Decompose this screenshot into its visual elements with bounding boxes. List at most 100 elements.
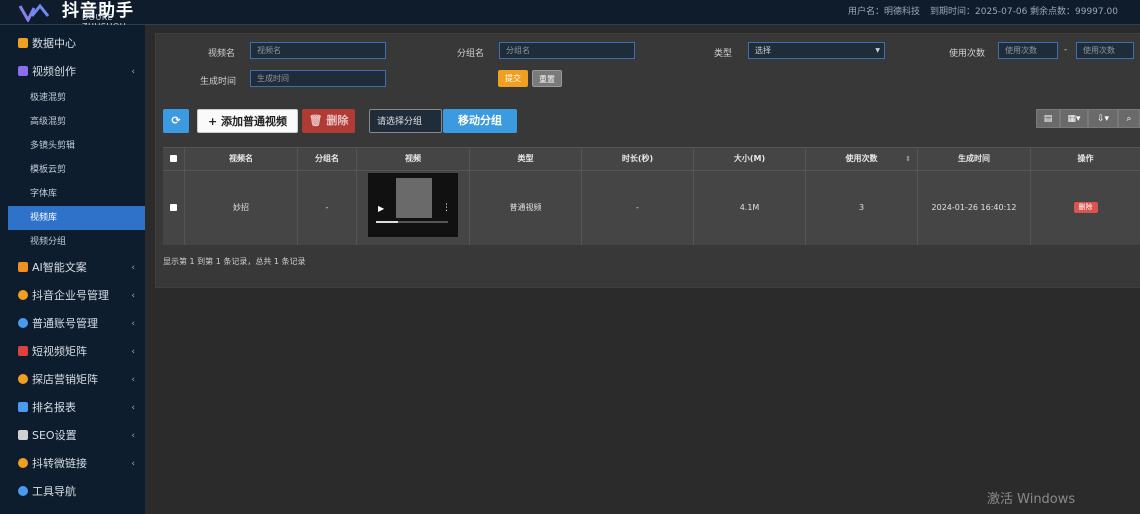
created-time-input[interactable]: 生成时间 <box>250 70 386 87</box>
reset-button[interactable]: 重置 <box>532 70 562 87</box>
sidebar-item-enterprise[interactable]: 抖音企业号管理 ‹ <box>8 284 145 308</box>
move-group-button[interactable]: 移动分组 <box>443 109 517 133</box>
video-icon <box>18 66 28 76</box>
group-select-value: 请选择分组 <box>377 117 423 127</box>
sidebar-item-label: 数据中心 <box>32 37 76 50</box>
row-checkbox[interactable] <box>163 171 185 245</box>
sidebar-item-accounts[interactable]: 普通账号管理 ‹ <box>8 312 145 336</box>
sidebar-sub-template-cloud[interactable]: 模板云剪 <box>8 158 145 182</box>
refresh-button[interactable]: ⟳ <box>163 109 189 133</box>
sidebar-item-seo[interactable]: SEO设置 ‹ <box>8 424 145 448</box>
video-name-label: 视频名 <box>208 49 236 59</box>
sidebar-sub-video-group[interactable]: 视频分组 <box>8 230 145 254</box>
checkbox-icon <box>170 155 177 162</box>
select-all-checkbox[interactable] <box>163 148 185 170</box>
trash-icon: 🗑 <box>308 114 323 127</box>
video-thumbnail <box>396 178 432 218</box>
use-count-min-input[interactable]: 使用次数 <box>998 42 1058 59</box>
more-icon[interactable]: ⋮ <box>442 203 451 213</box>
sidebar-sub-video-library[interactable]: 视频库 <box>8 206 145 230</box>
search-icon: ⌕ <box>1126 114 1132 124</box>
sidebar-item-label: SEO设置 <box>32 429 77 442</box>
sidebar-item-label: 工具导航 <box>32 485 76 498</box>
col-action: 操作 <box>1077 154 1094 163</box>
remaining-points: 剩余点数：99997.00 <box>1030 7 1118 17</box>
sidebar-item-label: 探店营销矩阵 <box>32 373 98 386</box>
account-icon <box>18 318 28 328</box>
top-bar: 抖音助手 DOUKE ZHUSHOU 用户名：明德科技 到期时间：2025-07… <box>0 0 1140 31</box>
type-label: 类型 <box>714 49 733 59</box>
chevron-left-icon: ‹ <box>131 459 135 469</box>
tools-icon <box>18 486 28 496</box>
chevron-left-icon: ‹ <box>131 319 135 329</box>
cell-duration: - <box>582 171 694 245</box>
list-icon: ▤ <box>1043 114 1053 124</box>
sidebar-sub-font-library[interactable]: 字体库 <box>8 182 145 206</box>
sidebar-item-label: 抖音企业号管理 <box>32 289 109 302</box>
sidebar-item-label: 抖转微链接 <box>32 457 87 470</box>
created-time-label: 生成时间 <box>200 77 237 87</box>
search-button[interactable]: ⌕ <box>1118 109 1140 128</box>
col-video[interactable]: 视频 <box>357 148 470 170</box>
type-select[interactable]: 选择 ▼ <box>748 42 885 59</box>
camera-icon <box>18 346 28 356</box>
caret-down-icon: ▼ <box>875 47 880 54</box>
play-icon[interactable]: ▶ <box>378 204 384 213</box>
sidebar-item-video-creation[interactable]: 视频创作 ‹ <box>8 60 145 84</box>
user-name: 用户名：明德科技 <box>848 7 921 17</box>
logo-icon <box>18 3 50 22</box>
col-video-name[interactable]: 视频名 <box>185 148 298 170</box>
pagination-info: 显示第 1 到第 1 条记录，总共 1 条记录 <box>163 257 306 266</box>
row-delete-button[interactable]: 删除 <box>1073 202 1098 213</box>
chevron-left-icon: ‹ <box>131 431 135 441</box>
export-button[interactable]: ⇩▾ <box>1088 109 1118 128</box>
col-group-name[interactable]: 分组名 <box>298 148 357 170</box>
windows-watermark: 激活 Windows <box>987 492 1076 507</box>
refresh-icon: ⟳ <box>171 114 181 127</box>
col-type[interactable]: 类型 <box>470 148 582 170</box>
col-duration[interactable]: 时长(秒) <box>582 148 694 170</box>
sidebar-item-label: 排名报表 <box>32 401 76 414</box>
sidebar: 数据中心 视频创作 ‹ 极速混剪 高级混剪 多镜头剪辑 模板云剪 字体库 视频库… <box>0 25 145 514</box>
video-player[interactable]: ▶ ⋮ <box>368 173 458 237</box>
delete-button[interactable]: 🗑 删除 <box>302 109 355 133</box>
chevron-left-icon: ‹ <box>131 291 135 301</box>
store-icon <box>18 374 28 384</box>
sidebar-item-short-video[interactable]: 短视频矩阵 ‹ <box>8 340 145 364</box>
cell-type: 普通视频 <box>470 171 582 245</box>
add-video-button[interactable]: + 添加普通视频 <box>197 109 298 133</box>
cell-use-count: 3 <box>806 171 918 245</box>
cell-video-name: 妙招 <box>185 171 298 245</box>
chevron-left-icon: ‹ <box>131 403 135 413</box>
sidebar-item-data-center[interactable]: 数据中心 <box>8 32 145 56</box>
link-icon <box>18 458 28 468</box>
sidebar-sub-fast-mix[interactable]: 极速混剪 <box>8 86 145 110</box>
col-created[interactable]: 生成时间 <box>918 148 1031 170</box>
chevron-left-icon: ‹ <box>131 375 135 385</box>
use-count-label: 使用次数 <box>949 49 986 59</box>
col-use-count-label: 使用次数 <box>845 154 878 163</box>
use-count-max-input[interactable]: 使用次数 <box>1076 42 1134 59</box>
sidebar-item-link-convert[interactable]: 抖转微链接 ‹ <box>8 452 145 476</box>
sidebar-sub-multi-shot[interactable]: 多镜头剪辑 <box>8 134 145 158</box>
col-use-count[interactable]: 使用次数 ⇕ <box>806 148 918 170</box>
toggle-view-button[interactable]: ▤ <box>1036 109 1060 128</box>
video-name-input[interactable]: 视频名 <box>250 42 386 59</box>
submit-button[interactable]: 提交 <box>498 70 528 87</box>
group-select[interactable]: 请选择分组 <box>369 109 442 133</box>
plus-icon: + <box>207 115 218 128</box>
columns-button[interactable]: ▦▾ <box>1060 109 1088 128</box>
col-size[interactable]: 大小(M) <box>694 148 806 170</box>
sidebar-item-ranking[interactable]: 排名报表 ‹ <box>8 396 145 420</box>
add-video-label: 添加普通视频 <box>221 115 288 128</box>
sidebar-item-label: 普通账号管理 <box>32 317 98 330</box>
cell-group-name: - <box>298 171 357 245</box>
sidebar-item-ai-copy[interactable]: AI智能文案 ‹ <box>8 256 145 280</box>
sidebar-item-tools[interactable]: 工具导航 <box>8 480 145 504</box>
export-icon: ⇩▾ <box>1096 114 1110 124</box>
sidebar-item-store-marketing[interactable]: 探店营销矩阵 ‹ <box>8 368 145 392</box>
cell-size: 4.1M <box>694 171 806 245</box>
cell-created: 2024-01-26 16:40:12 <box>918 171 1031 245</box>
group-name-input[interactable]: 分组名 <box>499 42 635 59</box>
sidebar-sub-advanced-mix[interactable]: 高级混剪 <box>8 110 145 134</box>
